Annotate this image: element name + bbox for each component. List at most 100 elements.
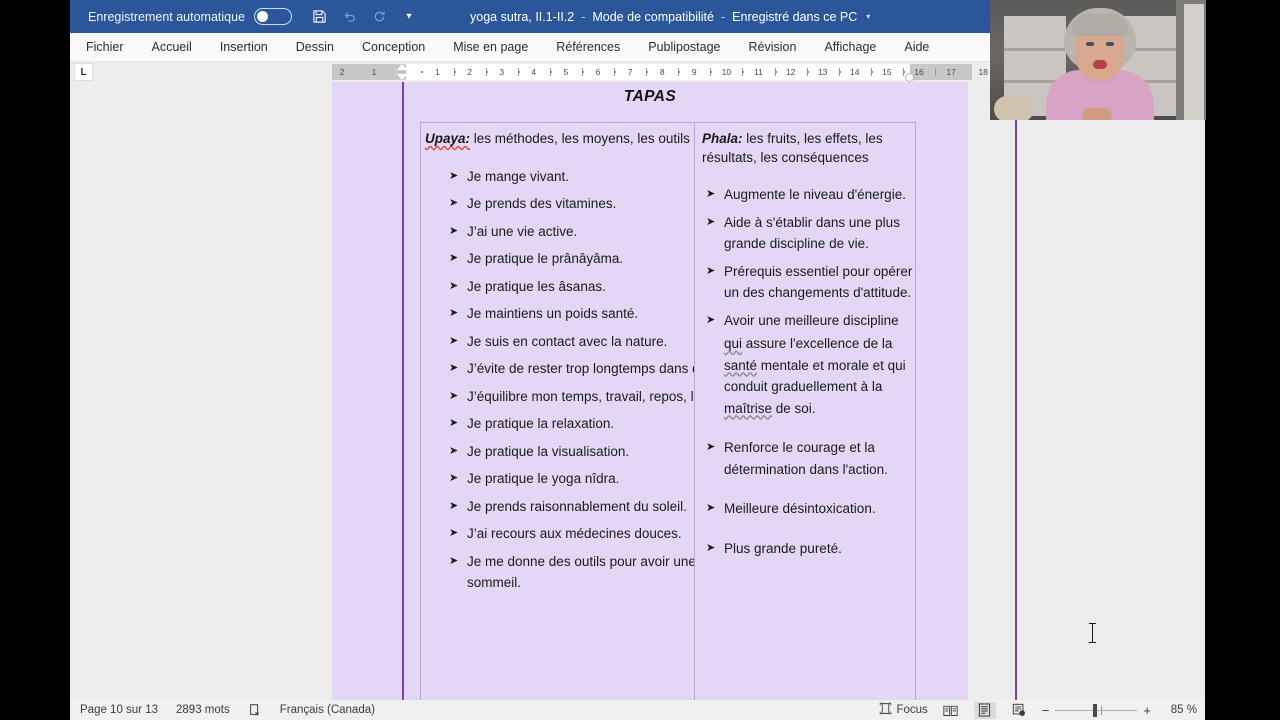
ruler-number-13: 13: [817, 67, 828, 77]
list-item-text: Aide à s'établir dans une plus grande di…: [724, 214, 900, 252]
list-item: ➤ Je pratique la relaxation.: [443, 413, 695, 435]
content-table: Upaya: les méthodes, les moyens, les out…: [420, 122, 916, 700]
list-item: ➤ Je maintiens un poids santé.: [443, 303, 695, 325]
list-item-text: Renforce le courage et la détermination …: [724, 440, 888, 477]
continuation-text-1: assure l'excellence de la: [742, 336, 893, 351]
zoom-slider[interactable]: − +: [1042, 703, 1151, 718]
list-item-text: Je maintiens un poids santé.: [467, 306, 639, 321]
focus-mode-button[interactable]: Focus: [879, 702, 928, 718]
bullet-arrow-icon: ➤: [449, 334, 459, 347]
page-number-status[interactable]: Page 10 sur 13: [80, 704, 158, 716]
bullet-arrow-icon: ➤: [449, 252, 459, 264]
save-icon[interactable]: [304, 2, 334, 32]
list-item-text: Je pratique la visualisation.: [467, 443, 630, 459]
table-column-divider: [694, 123, 695, 700]
phala-list: ➤ Augmente le niveau d'énergie. ➤ Aide à s'…: [695, 167, 913, 559]
undo-icon[interactable]: [334, 2, 364, 32]
zoom-out-button[interactable]: −: [1042, 703, 1050, 718]
focus-mode-label: Focus: [896, 704, 928, 716]
tab-aide[interactable]: Aide: [890, 33, 943, 62]
webcam-person-mouth: [1093, 60, 1107, 69]
tab-dessin[interactable]: Dessin: [282, 33, 348, 62]
list-item-text: Je prends des vitamines.: [467, 196, 617, 211]
redo-icon[interactable]: [364, 2, 394, 32]
bullet-arrow-icon: ➤: [449, 499, 459, 512]
ruler-tick: [902, 71, 905, 73]
tab-affichage[interactable]: Affichage: [810, 33, 890, 62]
change-bar-left: [402, 82, 404, 700]
ruler-number-left-2: 2: [339, 67, 345, 77]
tab-publipostage[interactable]: Publipostage: [634, 33, 734, 62]
ruler-number-7: 7: [627, 67, 633, 77]
tab-references[interactable]: Références: [542, 33, 634, 62]
zoom-in-button[interactable]: +: [1143, 703, 1151, 718]
list-item: ➤ Prérequis essentiel pour opérer un des …: [700, 261, 913, 304]
list-item-text: J’ai recours aux médecines douces.: [467, 526, 682, 541]
autosave-toggle-knob: [257, 11, 269, 22]
word-count-status[interactable]: 2893 mots: [176, 704, 230, 716]
ruler-tick: [806, 71, 809, 73]
tab-mise-en-page[interactable]: Mise en page: [439, 33, 542, 62]
list-item-text: Meilleure désintoxication.: [724, 501, 876, 516]
tab-accueil[interactable]: Accueil: [138, 33, 206, 62]
list-item-text: Prérequis essentiel pour opérer un des c…: [724, 263, 913, 301]
bullet-arrow-icon: ➤: [449, 444, 459, 457]
right-indent-marker[interactable]: [905, 73, 914, 82]
autosave-toggle[interactable]: [254, 8, 293, 25]
tab-stop-selector[interactable]: L: [74, 63, 93, 81]
zoom-slider-handle[interactable]: [1093, 703, 1098, 717]
list-item: ➤ Aide à s'établir dans une plus grande d…: [700, 212, 913, 255]
tab-revision[interactable]: Révision: [735, 33, 811, 62]
list-item: ➤ Je pratique les âsanas.: [443, 276, 695, 298]
ibeam-stem: [1092, 624, 1094, 642]
zoom-slider-track[interactable]: [1055, 703, 1138, 717]
webcam-foreground-object: [994, 96, 1034, 120]
ruler-tick: [742, 71, 745, 73]
hanging-indent-marker[interactable]: [397, 74, 407, 80]
ruler-tick: [710, 71, 713, 73]
tab-conception[interactable]: Conception: [348, 33, 439, 62]
bullet-arrow-icon: ➤: [449, 307, 459, 319]
ruler-half-tick: [935, 68, 937, 76]
list-item: ➤ Je prends des vitamines.: [443, 193, 695, 215]
tab-fichier[interactable]: Fichier: [70, 33, 138, 62]
list-item: ➤ Meilleure désintoxication.: [700, 498, 913, 520]
webcam-video-overlay[interactable]: [990, 0, 1206, 120]
ruler-number-1: 1: [435, 67, 440, 77]
list-item-text: Je pratique le yoga nîdra.: [467, 471, 620, 486]
list-item: ➤ Plus grande pureté.: [700, 538, 913, 560]
ruler-tick: [678, 71, 681, 73]
tab-insertion[interactable]: Insertion: [206, 33, 282, 62]
ruler-tick: [421, 71, 424, 73]
zoom-level-label[interactable]: 85 %: [1163, 704, 1197, 716]
bullet-arrow-icon: ➤: [706, 264, 716, 277]
ruler-number-right-18: 18: [978, 67, 988, 77]
list-item: ➤ J’évite de rester trop longtemps dans d…: [443, 358, 695, 380]
proofing-errors-icon[interactable]: [248, 703, 262, 717]
list-item: ➤ J’équilibre mon temps, travail, repos, …: [443, 386, 695, 408]
list-item: ➤ Renforce le courage et la détermination…: [700, 437, 913, 480]
print-layout-icon[interactable]: [973, 701, 996, 719]
ruler-number-3: 3: [499, 67, 505, 77]
chevron-down-icon[interactable]: ▾: [866, 12, 870, 21]
bullet-arrow-icon: ➤: [449, 472, 459, 484]
web-layout-icon[interactable]: [1008, 702, 1030, 719]
language-status[interactable]: Français (Canada): [280, 704, 375, 716]
screenshot-root: Enregistrement automatique ▾ yoga sutra,…: [0, 0, 1280, 720]
list-item-text: Augmente le niveau d'énergie.: [724, 187, 906, 202]
list-item-text: J’évite de rester trop longtemps dans de…: [467, 361, 695, 376]
bullet-arrow-icon: ➤: [706, 313, 716, 326]
ruler-number-5: 5: [563, 67, 569, 77]
ruler-number-16: 16: [914, 67, 924, 77]
document-page[interactable]: TAPAS Upaya: les méthodes, les moyens, l…: [332, 82, 1017, 700]
list-item: ➤ J’ai recours aux médecines douces.: [443, 523, 695, 545]
customize-quick-access-icon[interactable]: ▾: [394, 2, 424, 32]
webcam-person-eye-left: [1086, 42, 1094, 46]
bullet-arrow-icon: ➤: [449, 554, 459, 567]
autosave-control[interactable]: Enregistrement automatique: [88, 8, 293, 25]
horizontal-ruler[interactable]: 2112345678910111213141516171819: [332, 64, 1020, 82]
read-mode-icon[interactable]: [940, 702, 962, 719]
ruler-tick: [485, 71, 488, 73]
document-title-group[interactable]: yoga sutra, II.1-II.2 - Mode de compatib…: [470, 0, 870, 33]
first-line-indent-marker[interactable]: [397, 64, 407, 70]
